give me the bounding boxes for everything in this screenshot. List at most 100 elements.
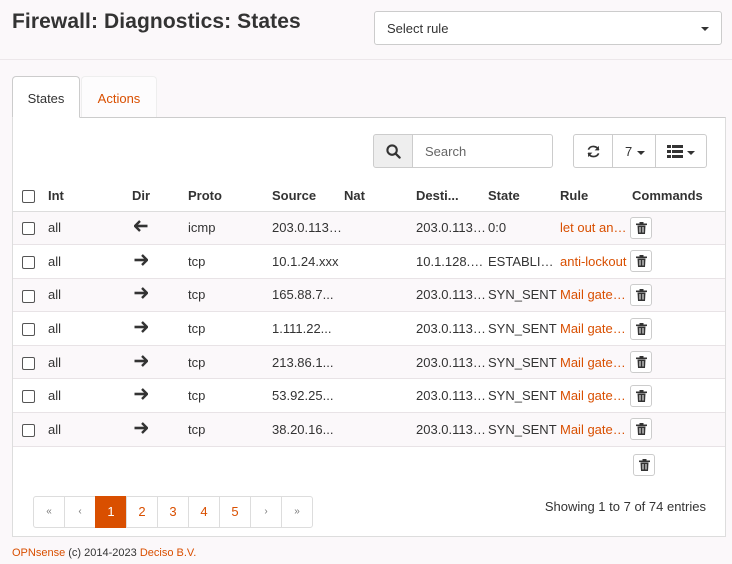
cell-dir <box>130 211 186 246</box>
delete-state-button[interactable] <box>630 384 652 407</box>
cell-proto: tcp <box>186 378 270 414</box>
search-icon[interactable] <box>373 134 413 168</box>
cell-destination: 203.0.113.xxx <box>414 378 486 414</box>
cell-source: 165.88.7... <box>270 278 342 313</box>
chevron-down-icon <box>687 151 695 155</box>
cell-proto: tcp <box>186 244 270 279</box>
cell-commands <box>630 278 725 313</box>
col-proto[interactable]: Proto <box>186 181 270 212</box>
cell-int: all <box>46 244 130 279</box>
col-commands: Commands <box>630 181 725 212</box>
cell-source: 38.20.16... <box>270 412 342 447</box>
cell-destination: 203.0.113.xxx <box>414 311 486 346</box>
cell-int: all <box>46 311 130 346</box>
row-checkbox[interactable] <box>22 390 35 404</box>
cell-state: SYN_SENT <box>486 412 558 447</box>
page-button[interactable]: » <box>281 496 313 528</box>
row-checkbox[interactable] <box>22 423 35 437</box>
select-all-checkbox[interactable] <box>22 190 35 204</box>
cell-int: all <box>46 278 130 313</box>
row-checkbox[interactable] <box>22 255 35 269</box>
cell-dir <box>130 311 186 346</box>
col-state[interactable]: State <box>486 181 558 212</box>
cell-rule[interactable]: Mail gateway <box>558 311 630 346</box>
cell-source: 213.86.1... <box>270 345 342 380</box>
table-row: all tcp38.20.16... 203.0.113.xxxSYN_SENTMa… <box>13 412 725 447</box>
page-button[interactable]: « <box>33 496 65 528</box>
row-checkbox[interactable] <box>22 323 35 337</box>
col-nat[interactable]: Nat <box>342 181 414 212</box>
trash-icon <box>639 459 650 471</box>
search-input[interactable] <box>412 134 553 168</box>
delete-state-button[interactable] <box>630 216 652 239</box>
footer: OPNsense (c) 2014-2023 Deciso B.V. <box>12 547 196 559</box>
delete-state-button[interactable] <box>630 317 652 340</box>
page-button[interactable]: 3 <box>157 496 189 528</box>
cell-source: 53.92.25... <box>270 378 342 414</box>
cell-nat <box>342 311 414 346</box>
col-dir[interactable]: Dir <box>130 181 186 212</box>
cell-destination: 203.0.113.xxx <box>414 345 486 380</box>
trash-icon <box>636 288 647 301</box>
cell-nat <box>342 378 414 414</box>
cell-rule[interactable]: Mail gateway <box>558 412 630 447</box>
cell-source: 203.0.113.xxx <box>270 211 342 246</box>
page-button[interactable]: 4 <box>188 496 220 528</box>
page-button[interactable]: 1 <box>95 496 127 528</box>
col-int[interactable]: Int <box>46 181 130 212</box>
row-checkbox[interactable] <box>22 222 35 236</box>
row-checkbox[interactable] <box>22 289 35 303</box>
cell-nat <box>342 412 414 447</box>
col-source[interactable]: Source <box>270 181 342 212</box>
cell-dir <box>130 244 186 279</box>
table-row: all tcp10.1.24.xxx 10.1.128.xxxESTABLISHED… <box>13 244 725 279</box>
cell-dir <box>130 345 186 380</box>
footer-brand-link[interactable]: OPNsense <box>12 547 65 559</box>
delete-selected-button[interactable] <box>633 454 655 476</box>
footer-company-link[interactable]: Deciso B.V. <box>140 547 196 559</box>
refresh-button[interactable] <box>573 134 613 168</box>
trash-icon <box>636 221 647 234</box>
arrow-right-icon <box>134 422 149 434</box>
cell-int: all <box>46 412 130 447</box>
delete-state-button[interactable] <box>630 283 652 306</box>
col-destination[interactable]: Desti... <box>414 181 486 212</box>
col-rule[interactable]: Rule <box>558 181 630 212</box>
delete-state-button[interactable] <box>630 418 652 441</box>
cell-rule[interactable]: let out anything <box>558 211 630 246</box>
page-button[interactable]: › <box>250 496 282 528</box>
cell-commands <box>630 345 725 380</box>
row-checkbox[interactable] <box>22 356 35 370</box>
page-button[interactable]: 2 <box>126 496 158 528</box>
columns-list-icon <box>667 145 683 158</box>
cell-nat <box>342 345 414 380</box>
table-row: all tcp53.92.25... 203.0.113.xxxSYN_SENTMa… <box>13 378 725 414</box>
table-row: all tcp1.111.22... 203.0.113.xxxSYN_SENTMa… <box>13 311 725 346</box>
table-row: all tcp213.86.1... 203.0.113.xxxSYN_SENTMa… <box>13 345 725 380</box>
cell-rule[interactable]: Mail gateway <box>558 278 630 313</box>
page-button[interactable]: ‹ <box>64 496 96 528</box>
cell-rule[interactable]: Mail gateway <box>558 378 630 414</box>
cell-state: SYN_SENT <box>486 378 558 414</box>
rows-per-page-dropdown[interactable]: 7 <box>612 134 656 168</box>
page-header: Firewall: Diagnostics: States Select rul… <box>0 0 732 60</box>
columns-dropdown[interactable] <box>655 134 707 168</box>
cell-proto: icmp <box>186 211 270 246</box>
tab-actions[interactable]: Actions <box>81 76 157 118</box>
cell-commands <box>630 378 725 414</box>
cell-rule[interactable]: anti-lockout <box>558 244 630 279</box>
tab-states[interactable]: States <box>12 76 80 118</box>
refresh-icon <box>587 145 600 158</box>
rule-select-value: Select rule <box>387 21 449 36</box>
cell-nat <box>342 211 414 246</box>
rule-select[interactable]: Select rule <box>374 11 722 45</box>
arrow-right-icon <box>134 287 149 300</box>
cell-int: all <box>46 378 130 414</box>
delete-state-button[interactable] <box>630 250 652 273</box>
table-row: allicmp203.0.113.xxx203.0.113.xxx0:0let … <box>13 211 725 246</box>
table-controls: 7 <box>573 134 707 168</box>
page-button[interactable]: 5 <box>219 496 251 528</box>
delete-state-button[interactable] <box>630 351 652 374</box>
cell-rule[interactable]: Mail gateway <box>558 345 630 380</box>
trash-icon <box>636 322 647 335</box>
